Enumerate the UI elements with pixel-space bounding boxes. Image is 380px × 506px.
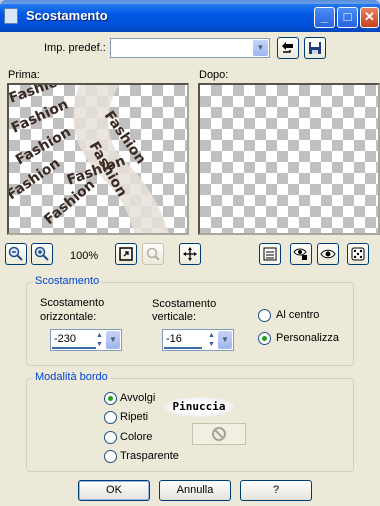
spin-arrows-icon[interactable]: ▲ ▼ <box>206 331 217 349</box>
color-swatch <box>192 423 246 445</box>
offset-group-title: Scostamento <box>33 275 102 287</box>
wrap-radio-label[interactable]: Avvolgi <box>120 392 155 404</box>
background-strip <box>0 0 380 4</box>
minimize-button[interactable]: _ <box>314 7 335 28</box>
close-button[interactable]: ✕ <box>360 7 379 28</box>
transparent-radio-label[interactable]: Trasparente <box>120 450 179 462</box>
edge-mode-group: Modalità bordo <box>26 371 354 472</box>
wrap-radio[interactable] <box>104 392 117 405</box>
repeat-radio[interactable] <box>104 411 117 424</box>
horizontal-offset-bar <box>52 347 96 349</box>
transparent-radio[interactable] <box>104 450 117 463</box>
pan-icon <box>183 247 197 261</box>
zoom-out-icon <box>8 246 23 261</box>
ok-button[interactable]: OK <box>78 480 150 501</box>
author-watermark: Pinuccia <box>164 397 234 417</box>
horizontal-offset-label: Scostamento orizzontale: <box>40 297 105 323</box>
zoom-level: 100% <box>70 250 99 262</box>
save-preset-button[interactable] <box>304 37 326 59</box>
before-preview[interactable]: Fashion Fashion Fashion Fashion Fashion … <box>7 83 189 235</box>
title-bar: Scostamento _ □ ✕ <box>0 0 380 32</box>
custom-radio-label[interactable]: Personalizza <box>276 332 339 344</box>
dice-icon <box>351 247 365 261</box>
color-radio[interactable] <box>104 431 117 444</box>
eye-hand-icon <box>293 248 307 260</box>
repeat-radio-label[interactable]: Ripeti <box>120 411 148 423</box>
pan-button[interactable] <box>179 243 201 265</box>
zoom-disabled-icon <box>146 247 160 261</box>
zoom-disabled-button <box>142 243 164 265</box>
color-radio-label[interactable]: Colore <box>120 431 152 443</box>
maximize-button[interactable]: □ <box>337 7 358 28</box>
chevron-down-icon[interactable]: ▼ <box>253 40 268 56</box>
vertical-offset-spinner[interactable]: -16 ▲ ▼ ▼ <box>162 329 234 351</box>
offset-group: Scostamento <box>26 275 354 366</box>
before-preview-image: Fashion Fashion Fashion Fashion Fashion … <box>9 85 169 233</box>
preset-label: Imp. predef.: <box>44 42 106 54</box>
horizontal-offset-spinner[interactable]: -230 ▲ ▼ ▼ <box>50 329 122 351</box>
zoom-in-icon <box>34 246 49 261</box>
center-radio[interactable] <box>258 309 271 322</box>
zoom-in-button[interactable] <box>31 243 53 265</box>
eye-button[interactable] <box>317 243 339 265</box>
after-preview[interactable] <box>198 83 380 235</box>
after-label: Dopo: <box>199 69 229 81</box>
before-label: Prima: <box>8 69 40 81</box>
reset-button[interactable] <box>277 37 299 59</box>
app-icon <box>4 8 18 24</box>
window-title: Scostamento <box>26 8 108 23</box>
custom-radio[interactable] <box>258 332 271 345</box>
preset-combo[interactable]: ▼ <box>110 38 270 58</box>
no-color-icon <box>212 427 226 441</box>
vertical-offset-value[interactable]: -16 <box>166 333 182 345</box>
properties-button[interactable] <box>259 243 281 265</box>
eye-hand-button[interactable] <box>290 243 312 265</box>
zoom-out-button[interactable] <box>5 243 27 265</box>
fit-to-window-icon <box>119 247 133 261</box>
randomize-button[interactable] <box>347 243 369 265</box>
help-button[interactable]: ? <box>240 480 312 501</box>
spin-arrows-icon[interactable]: ▲ ▼ <box>94 331 105 349</box>
vertical-offset-label: Scostamento verticale: <box>152 298 217 323</box>
properties-icon <box>263 247 277 261</box>
center-radio-label[interactable]: Al centro <box>276 309 319 321</box>
fit-to-window-button[interactable] <box>115 243 137 265</box>
edge-mode-group-title: Modalità bordo <box>33 371 110 383</box>
horizontal-offset-value[interactable]: -230 <box>54 333 76 345</box>
eye-icon <box>320 249 336 259</box>
chevron-down-icon[interactable]: ▼ <box>106 331 120 349</box>
save-icon <box>309 42 321 54</box>
reset-icon <box>282 42 293 53</box>
vertical-offset-bar <box>164 347 202 349</box>
cancel-button[interactable]: Annulla <box>159 480 231 501</box>
chevron-down-icon[interactable]: ▼ <box>218 331 232 349</box>
